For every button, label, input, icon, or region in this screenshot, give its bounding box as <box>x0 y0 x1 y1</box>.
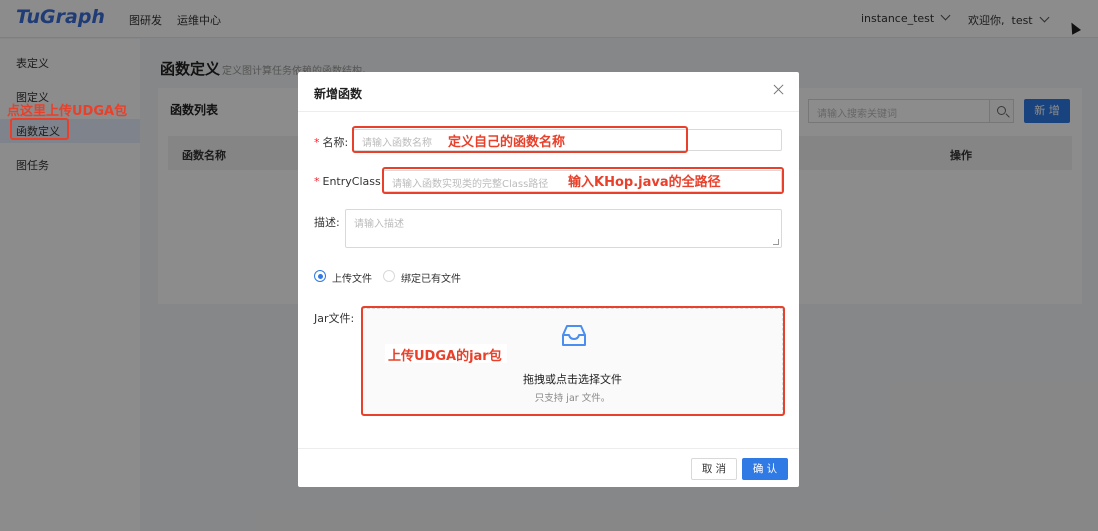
radio-bind-label[interactable]: 绑定已有文件 <box>401 270 461 285</box>
description-label: 描述: <box>314 216 340 229</box>
annotation-sidebar-box <box>10 118 69 140</box>
modal-title: 新增函数 <box>314 87 363 101</box>
cancel-button[interactable]: 取 消 <box>691 458 737 480</box>
add-function-modal: 新增函数 * 名称: 请输入函数名称 定义自己的函数名称 * EntryClass:… <box>298 72 799 487</box>
annotation-jar-note: 上传UDGA的jar包 <box>388 349 502 364</box>
entryclass-label: * EntryClass: <box>314 175 385 188</box>
name-label: * 名称: <box>314 136 349 149</box>
description-placeholder: 请输入描述 <box>354 219 404 230</box>
radio-upload-file[interactable] <box>314 270 326 282</box>
radio-bind-existing[interactable] <box>383 270 395 282</box>
jar-label: Jar文件: <box>314 312 355 325</box>
radio-upload-label[interactable]: 上传文件 <box>332 270 372 285</box>
modal-footer: 取 消 确 认 <box>298 448 799 487</box>
annotation-sidebar-note: 点这里上传UDGA包 <box>7 104 128 119</box>
resize-grip-icon[interactable] <box>773 239 779 245</box>
description-textarea[interactable]: 请输入描述 <box>345 209 782 248</box>
modal-header: 新增函数 <box>298 72 799 112</box>
confirm-button[interactable]: 确 认 <box>742 458 788 480</box>
annotation-name-note: 定义自己的函数名称 <box>448 135 566 150</box>
close-icon[interactable] <box>772 83 786 97</box>
annotation-entryclass-note: 输入KHop.java的全路径 <box>568 175 721 190</box>
